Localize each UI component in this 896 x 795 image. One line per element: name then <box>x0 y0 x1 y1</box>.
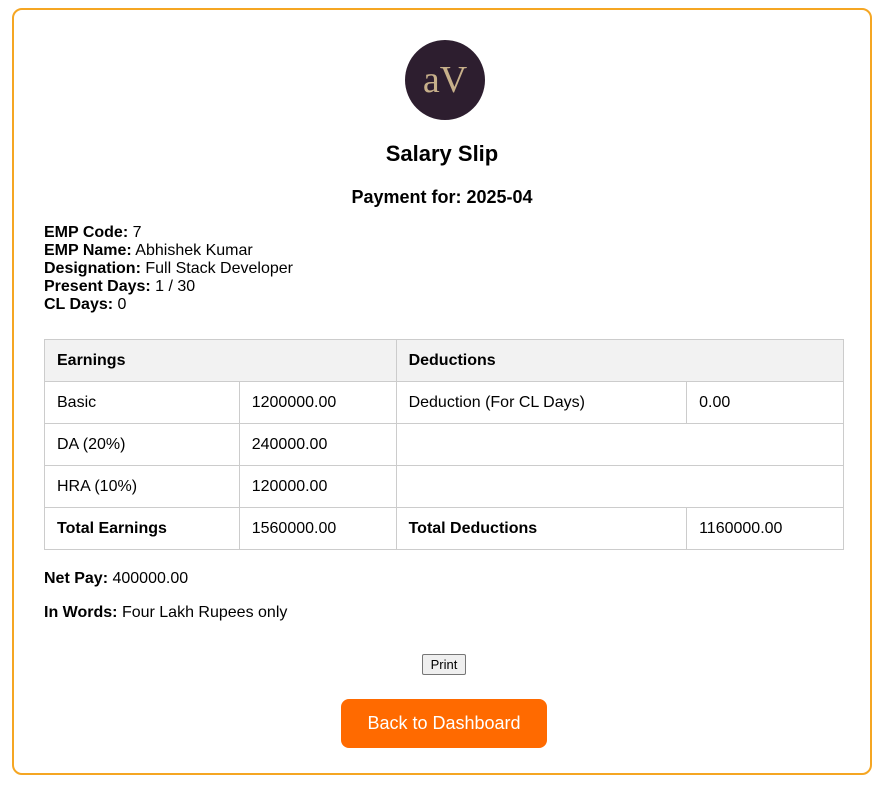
designation-value: Full Stack Developer <box>145 260 293 277</box>
cl-days-value: 0 <box>117 296 127 313</box>
net-pay-label: Net Pay: <box>44 570 109 587</box>
earning-amount: 120000.00 <box>238 465 397 508</box>
company-logo: aV <box>405 40 485 120</box>
empty-deduction-cell <box>395 465 845 508</box>
salary-table: Earnings Deductions Basic 1200000.00 Ded… <box>44 339 845 550</box>
payment-label: Payment for: <box>351 187 462 207</box>
earning-name: Basic <box>44 381 240 424</box>
deduction-amount: 0.00 <box>686 381 844 424</box>
designation-label: Designation: <box>44 260 141 277</box>
table-row: HRA (10%) 120000.00 <box>44 465 845 508</box>
total-deductions-value: 1160000.00 <box>686 507 844 550</box>
back-to-dashboard-button[interactable]: Back to Dashboard <box>341 699 547 748</box>
earning-amount: 1200000.00 <box>238 381 397 424</box>
net-pay-value: 400000.00 <box>112 570 189 587</box>
logo-text: aV <box>423 59 468 101</box>
table-header-row: Earnings Deductions <box>44 339 845 382</box>
payment-period-value: 2025-04 <box>466 187 533 207</box>
av-logo-mark: aV <box>423 59 468 101</box>
total-deductions-label: Total Deductions <box>395 507 688 550</box>
cl-days-row: CL Days: 0 <box>44 296 293 314</box>
employee-info: EMP Code: 7 EMP Name: Abhishek Kumar Des… <box>44 224 293 314</box>
cl-days-label: CL Days: <box>44 296 114 313</box>
present-days-value: 1 / 30 <box>155 278 196 295</box>
table-row: DA (20%) 240000.00 <box>44 423 845 466</box>
salary-slip-card: aV Salary Slip Payment for: 2025-04 EMP … <box>12 8 872 775</box>
emp-code-value: 7 <box>132 224 142 241</box>
emp-name-value: Abhishek Kumar <box>135 242 253 259</box>
earning-name: HRA (10%) <box>44 465 240 508</box>
emp-code-label: EMP Code: <box>44 224 129 241</box>
total-earnings-label: Total Earnings <box>44 507 240 550</box>
table-row: Basic 1200000.00 Deduction (For CL Days)… <box>44 381 844 424</box>
deduction-name: Deduction (For CL Days) <box>395 381 688 424</box>
print-button[interactable]: Print <box>422 654 466 675</box>
totals-row: Total Earnings 1560000.00 Total Deductio… <box>44 507 844 550</box>
emp-code-row: EMP Code: 7 <box>44 224 293 242</box>
earnings-header: Earnings <box>44 339 397 382</box>
in-words: In Words: Four Lakh Rupees only <box>44 604 287 622</box>
net-pay: Net Pay: 400000.00 <box>44 570 188 588</box>
present-days-row: Present Days: 1 / 30 <box>44 278 293 296</box>
emp-name-label: EMP Name: <box>44 242 132 259</box>
present-days-label: Present Days: <box>44 278 151 295</box>
earning-amount: 240000.00 <box>238 423 397 466</box>
page-title: Salary Slip <box>385 141 499 166</box>
payment-period: Payment for: 2025-04 <box>14 187 870 208</box>
total-earnings-value: 1560000.00 <box>238 507 397 550</box>
earning-name: DA (20%) <box>44 423 240 466</box>
in-words-label: In Words: <box>44 604 118 621</box>
empty-deduction-cell <box>395 423 845 466</box>
deductions-header: Deductions <box>395 339 845 382</box>
designation-row: Designation: Full Stack Developer <box>44 260 293 278</box>
emp-name-row: EMP Name: Abhishek Kumar <box>44 242 293 260</box>
in-words-value: Four Lakh Rupees only <box>121 604 288 621</box>
